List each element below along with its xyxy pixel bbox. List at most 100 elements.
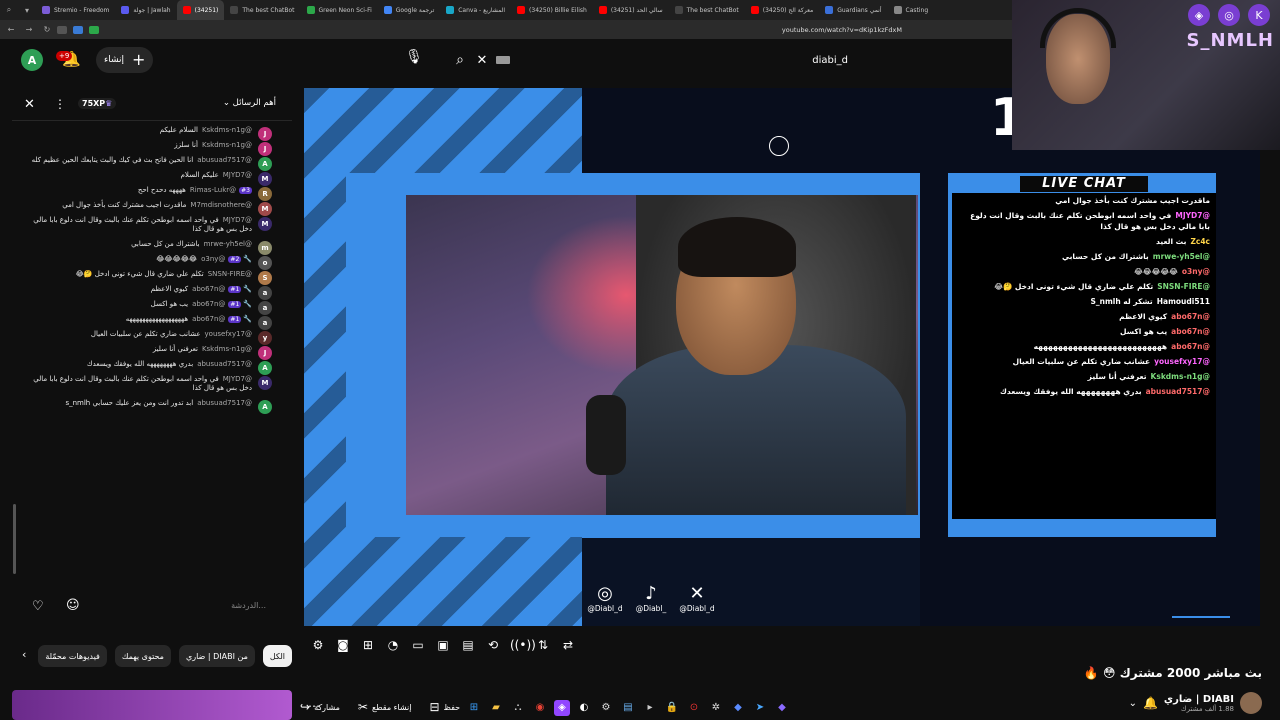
chat-author[interactable]: @MJYD7 (223, 171, 252, 179)
voice-search-mic-icon[interactable]: 🎙 (403, 49, 425, 71)
chat-author[interactable]: @Kskdms-n1g (202, 126, 252, 134)
clip-button[interactable]: إنشاء مقطع ✂ (358, 700, 412, 714)
reload-icon[interactable]: ↻ (40, 25, 54, 34)
loop-icon[interactable]: ⟲ (485, 637, 501, 653)
chat-message[interactable]: y @yousefxy17عشانب ضاري تكلم عن سلبيات ال… (12, 327, 278, 345)
create-button[interactable]: إنشاء + (96, 47, 154, 73)
chat-author[interactable]: @Kskdms-n1g (202, 141, 252, 149)
diamond-app-icon[interactable]: ◆ (730, 700, 746, 716)
file-explorer-icon[interactable]: ▰ (488, 700, 504, 716)
paper-plane-icon[interactable]: ➤ (752, 700, 768, 716)
emoji-picker-icon[interactable]: ☺ (66, 598, 80, 613)
channel-avatar[interactable] (1240, 692, 1262, 714)
theater-icon[interactable]: ▭ (410, 637, 426, 653)
related-video-thumbnail[interactable] (12, 690, 292, 720)
chat-author[interactable]: @abo67n (192, 315, 225, 323)
browser-tab[interactable]: Casting (888, 0, 935, 20)
browser-tab[interactable]: جولة | Jawlah (115, 0, 176, 20)
notepad-icon[interactable]: ▤ (620, 700, 636, 716)
filter-chip[interactable]: من DIABI | ضاري (178, 645, 255, 667)
chat-author[interactable]: @M7mdisnothere (190, 201, 252, 209)
heart-reaction-icon[interactable]: ♡ (32, 599, 44, 614)
url-text[interactable]: youtube.com/watch?v=dKip1kzFdxM (782, 26, 902, 34)
chat-message[interactable]: R #3@Rimas-Lukrههههه دحدح احح (12, 183, 278, 201)
chat-message[interactable]: a 🔧#1@abo67nكيوي الاعظم (12, 282, 278, 300)
audio-wave-icon[interactable]: ((•)) (510, 637, 536, 653)
chat-author[interactable]: @yousefxy17 (205, 330, 252, 338)
windows-start-icon[interactable]: ⊞ (466, 700, 482, 716)
extension-icon[interactable] (57, 25, 67, 34)
speed-gauge-icon[interactable]: ◔ (385, 637, 401, 653)
player-progress-bar[interactable] (1172, 616, 1230, 618)
subscription-bell-icon[interactable]: 🔔 (1143, 696, 1158, 710)
terminal-icon[interactable]: ▸ (642, 700, 658, 716)
settings-app-icon[interactable]: ⚙ (598, 700, 614, 716)
filmstrip-icon[interactable]: ▤ (460, 637, 476, 653)
chat-message[interactable]: M @MJYD7في واحد اسمه ابوطحن تكلم عنك بالب… (12, 213, 278, 237)
filter-chip[interactable]: محتوى يهمك (114, 645, 171, 667)
chat-menu-icon[interactable]: ⋮ (54, 97, 66, 111)
chat-message[interactable]: J @Kskdms-n1gالسلام عليكم (12, 123, 278, 141)
browser-tab[interactable]: The best ChatBot (224, 0, 300, 20)
chat-author[interactable]: @MJYD7 (223, 216, 252, 224)
chat-message[interactable]: o 🔧#2@o3ny😂😂😂😂😂 (12, 252, 278, 270)
record-icon[interactable]: ⊙ (686, 700, 702, 716)
chat-message[interactable]: A @abusuad7517ابد تدور انت ومن يعز عليك ح… (12, 396, 278, 414)
add-clip-icon[interactable]: ⊞ (360, 637, 376, 653)
tab-actions-icon[interactable]: ▾ (18, 6, 36, 15)
channel-info[interactable]: DIABI | ضاري 1.88 ألف مشترك (1164, 694, 1234, 713)
chat-message[interactable]: M @MJYD7في واحد اسمه ابوطحن تكلم عنك بالب… (12, 372, 278, 396)
browser-tab[interactable]: The best ChatBot (669, 0, 745, 20)
close-chat-icon[interactable]: ✕ (24, 97, 35, 112)
chat-avatar[interactable]: M (258, 217, 272, 231)
chat-message[interactable]: J @Kskdms-n1gأنا سلزز (12, 138, 278, 156)
browser-tab[interactable]: (34251) سالي الحد (593, 0, 669, 20)
settings-gear-icon[interactable]: ⚙ (310, 637, 326, 653)
obs-icon[interactable]: ◐ (576, 700, 592, 716)
chat-author[interactable]: @abusuad7517 (197, 399, 252, 407)
chat-message[interactable]: A @abusuad7517بدري ههههههههه الله يوفقك و… (12, 357, 278, 375)
chat-author[interactable]: @MJYD7 (223, 375, 252, 383)
browser-tab[interactable]: (34251) (176, 0, 225, 20)
extension-icon[interactable] (73, 25, 83, 34)
save-button[interactable]: حفظ ⊟ (429, 700, 460, 714)
chat-author[interactable]: @SNSN-FIRE (208, 270, 252, 278)
chat-message[interactable]: J @Kskdms-n1gتعرفني أنا سليز (12, 342, 278, 360)
clear-search-icon[interactable]: ✕ (474, 53, 490, 68)
account-avatar[interactable]: A (21, 49, 43, 71)
screenshot-camera-icon[interactable]: ◙ (335, 637, 351, 653)
browser-tab[interactable]: Stremio - Freedom (36, 0, 115, 20)
chat-author[interactable]: @mrwe-yh5el (204, 240, 252, 248)
forward-icon[interactable]: → (22, 25, 36, 34)
chat-author[interactable]: @Rimas-Lukr (190, 186, 236, 194)
chat-avatar[interactable]: M (258, 376, 272, 390)
search-input[interactable]: diabi_d (812, 55, 848, 66)
chat-scrollbar[interactable] (13, 504, 16, 574)
filter-chip[interactable]: فيديوهات محمّلة (38, 645, 107, 667)
chat-message-list[interactable]: J @Kskdms-n1gالسلام عليكم J @Kskdms-n1gأنا … (12, 123, 284, 591)
chat-message[interactable]: m @mrwe-yh5elباشتراك من كل حسابي (12, 237, 278, 255)
browser-tab[interactable]: Green Neon Sci-Fi (301, 0, 378, 20)
chrome-icon[interactable]: ◉ (532, 700, 548, 716)
chat-author[interactable]: @abo67n (192, 300, 225, 308)
lock-app-icon[interactable]: 🔒 (664, 700, 680, 716)
browser-tab[interactable]: Canva - المشاريع (440, 0, 511, 20)
chat-author[interactable]: @o3ny (201, 255, 225, 263)
video-player[interactable]: 1 LIVE CHAT ماقدرت اجيب مشترك كنت بأخذ ج… (304, 88, 1260, 626)
repeat-icon[interactable]: ⇄ (560, 637, 576, 653)
browser-tab[interactable]: Guardians أنمي (819, 0, 887, 20)
filter-chip[interactable]: الكل (262, 645, 292, 667)
chat-message[interactable]: S @SNSN-FIREتكلم علي ضاري قال شيء تونى اد… (12, 267, 278, 285)
gear-app-icon[interactable]: ✲ (708, 700, 724, 716)
diamond-app-icon[interactable]: ◆ (774, 700, 790, 716)
browser-tab[interactable]: (34250) Billie Eilish (511, 0, 593, 20)
store-icon[interactable]: ⛬ (510, 700, 526, 716)
extension-icon[interactable] (89, 25, 99, 34)
browser-tab[interactable]: (34250) معركة الح (745, 0, 819, 20)
search-icon[interactable]: ⌕ (446, 52, 474, 68)
tab-search-icon[interactable]: ⌕ (0, 5, 18, 15)
picture-in-picture-icon[interactable]: ▣ (435, 637, 451, 653)
share-button[interactable]: مشاركة ↪ (300, 700, 340, 714)
chat-message[interactable]: a 🔧#1@abo67nيب هو اكسل (12, 297, 278, 315)
chevron-down-icon[interactable]: ⌄ (1129, 698, 1137, 709)
